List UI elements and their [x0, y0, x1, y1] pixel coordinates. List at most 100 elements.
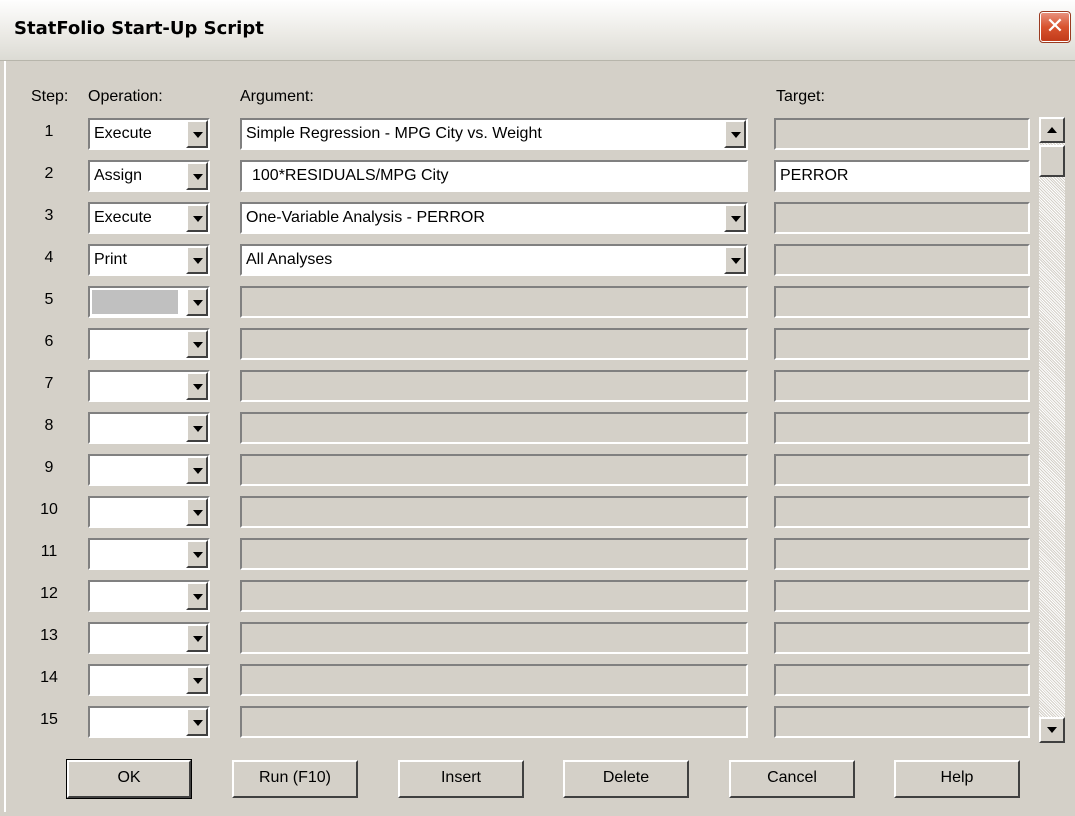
- step-number: 8: [44, 417, 54, 434]
- dropdown-button[interactable]: [186, 288, 208, 316]
- argument-field[interactable]: [240, 496, 748, 528]
- insert-button[interactable]: Insert: [398, 760, 524, 798]
- argument-field[interactable]: Simple Regression - MPG City vs. Weight: [240, 118, 748, 150]
- title-bar: StatFolio Start-Up Script ✕: [0, 0, 1075, 61]
- step-number: 3: [44, 207, 54, 224]
- dropdown-button[interactable]: [186, 498, 208, 526]
- target-field[interactable]: [774, 370, 1030, 402]
- dropdown-button[interactable]: [186, 624, 208, 652]
- operation-select[interactable]: [88, 454, 210, 486]
- argument-field[interactable]: [240, 580, 748, 612]
- scroll-down-button[interactable]: [1039, 717, 1065, 743]
- target-field[interactable]: [774, 664, 1030, 696]
- target-field[interactable]: [774, 244, 1030, 276]
- run-button[interactable]: Run (F10): [232, 760, 358, 798]
- operation-select[interactable]: [88, 286, 210, 318]
- target-field[interactable]: [774, 496, 1030, 528]
- dropdown-button[interactable]: [186, 162, 208, 190]
- window-title: StatFolio Start-Up Script: [14, 18, 264, 39]
- argument-value: One-Variable Analysis - PERROR: [246, 209, 485, 226]
- dropdown-button[interactable]: [186, 120, 208, 148]
- target-field[interactable]: [774, 622, 1030, 654]
- operation-select[interactable]: [88, 328, 210, 360]
- argument-field[interactable]: [240, 538, 748, 570]
- chevron-down-icon: [193, 552, 203, 558]
- target-field[interactable]: [774, 286, 1030, 318]
- dropdown-button[interactable]: [186, 540, 208, 568]
- operation-select[interactable]: [88, 496, 210, 528]
- target-field[interactable]: [774, 328, 1030, 360]
- argument-field[interactable]: [240, 622, 748, 654]
- operation-value: Print: [94, 251, 127, 268]
- cancel-button[interactable]: Cancel: [729, 760, 855, 798]
- dropdown-button[interactable]: [186, 456, 208, 484]
- dropdown-button[interactable]: [724, 246, 746, 274]
- argument-value: All Analyses: [246, 251, 333, 268]
- help-button[interactable]: Help: [894, 760, 1020, 798]
- target-field[interactable]: [774, 118, 1030, 150]
- ok-button[interactable]: OK: [66, 759, 192, 799]
- scroll-up-button[interactable]: [1039, 117, 1065, 143]
- dropdown-button[interactable]: [186, 372, 208, 400]
- argument-field[interactable]: [240, 328, 748, 360]
- target-header: Target:: [776, 88, 825, 105]
- argument-field[interactable]: One-Variable Analysis - PERROR: [240, 202, 748, 234]
- argument-field[interactable]: [240, 370, 748, 402]
- dropdown-button[interactable]: [186, 204, 208, 232]
- dropdown-button[interactable]: [186, 666, 208, 694]
- dropdown-button[interactable]: [186, 414, 208, 442]
- operation-select[interactable]: Print: [88, 244, 210, 276]
- operation-select[interactable]: [88, 706, 210, 738]
- argument-field[interactable]: 100*RESIDUALS/MPG City: [240, 160, 748, 192]
- vertical-scrollbar[interactable]: [1039, 117, 1065, 743]
- close-button[interactable]: ✕: [1039, 11, 1071, 43]
- operation-select[interactable]: Assign: [88, 160, 210, 192]
- target-field[interactable]: [774, 706, 1030, 738]
- step-number: 13: [40, 627, 58, 644]
- argument-field[interactable]: [240, 664, 748, 696]
- dropdown-button[interactable]: [186, 330, 208, 358]
- argument-field[interactable]: [240, 454, 748, 486]
- delete-button[interactable]: Delete: [563, 760, 689, 798]
- target-field[interactable]: [774, 202, 1030, 234]
- argument-value: 100*RESIDUALS/MPG City: [252, 167, 449, 184]
- target-field[interactable]: PERROR: [774, 160, 1030, 192]
- argument-field[interactable]: [240, 706, 748, 738]
- step-number: 12: [40, 585, 58, 602]
- operation-select[interactable]: [88, 622, 210, 654]
- operation-select[interactable]: [88, 580, 210, 612]
- chevron-down-icon: [193, 468, 203, 474]
- dropdown-button[interactable]: [724, 120, 746, 148]
- operation-select[interactable]: Execute: [88, 118, 210, 150]
- operation-select[interactable]: [88, 370, 210, 402]
- operation-select[interactable]: Execute: [88, 202, 210, 234]
- step-header: Step:: [31, 88, 69, 105]
- argument-field[interactable]: [240, 412, 748, 444]
- chevron-down-icon: [731, 216, 741, 222]
- scroll-up-icon: [1047, 127, 1057, 133]
- dropdown-button[interactable]: [724, 204, 746, 232]
- step-number: 11: [40, 543, 58, 560]
- chevron-down-icon: [193, 678, 203, 684]
- dropdown-button[interactable]: [186, 246, 208, 274]
- argument-field[interactable]: All Analyses: [240, 244, 748, 276]
- target-field[interactable]: [774, 580, 1030, 612]
- chevron-down-icon: [193, 636, 203, 642]
- chevron-down-icon: [193, 132, 203, 138]
- argument-value: Simple Regression - MPG City vs. Weight: [246, 125, 542, 142]
- step-number: 6: [44, 333, 54, 350]
- operation-select[interactable]: [88, 538, 210, 570]
- operation-select[interactable]: [88, 412, 210, 444]
- argument-field[interactable]: [240, 286, 748, 318]
- target-field[interactable]: [774, 538, 1030, 570]
- chevron-down-icon: [193, 258, 203, 264]
- step-number: 4: [44, 249, 54, 266]
- operation-select[interactable]: [88, 664, 210, 696]
- scroll-thumb[interactable]: [1039, 145, 1065, 177]
- step-number: 14: [40, 669, 58, 686]
- target-field[interactable]: [774, 412, 1030, 444]
- dropdown-button[interactable]: [186, 582, 208, 610]
- target-field[interactable]: [774, 454, 1030, 486]
- step-number: 10: [40, 501, 58, 518]
- dropdown-button[interactable]: [186, 708, 208, 736]
